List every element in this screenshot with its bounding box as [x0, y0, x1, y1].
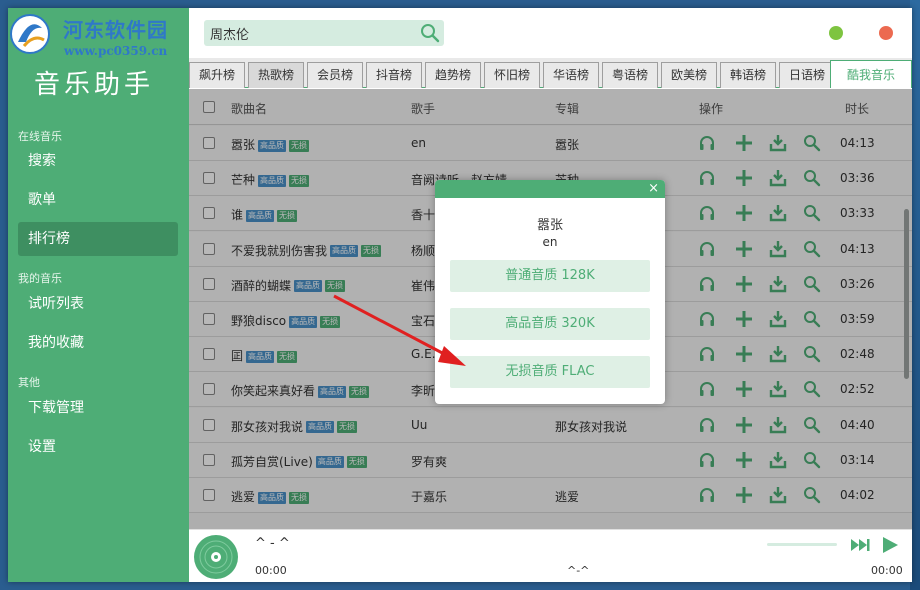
dialog-song-title: 嚣张 [435, 214, 665, 233]
tab-hot[interactable]: 热歌榜 [248, 62, 304, 88]
tab-classic[interactable]: 怀旧榜 [484, 62, 540, 88]
sidebar-item-playlists[interactable]: 歌单 [18, 183, 178, 217]
main-panel: 飙升榜 热歌榜 会员榜 抖音榜 趋势榜 怀旧榜 华语榜 粤语榜 欧美榜 韩语榜 … [189, 8, 912, 582]
search-input[interactable] [210, 23, 410, 43]
minimize-button[interactable] [829, 26, 843, 40]
sidebar-item-favorites[interactable]: 我的收藏 [18, 326, 178, 360]
sidebar-item-settings[interactable]: 设置 [18, 430, 178, 464]
tab-douyin[interactable]: 抖音榜 [366, 62, 422, 88]
quality-dialog: × 嚣张 en 普通音质 128K 高品音质 320K 无损音质 FLAC [435, 180, 665, 404]
tab-cantonese[interactable]: 粤语榜 [602, 62, 658, 88]
sidebar-item-trial-list[interactable]: 试听列表 [18, 287, 178, 321]
lyric-line: ^-^ [567, 564, 589, 577]
tab-source-kuwo[interactable]: 酷我音乐 [830, 60, 912, 88]
tab-chinese[interactable]: 华语榜 [543, 62, 599, 88]
logo-area: 河东软件园 www.pc0359.cn [8, 8, 189, 58]
volume-slider[interactable] [767, 543, 837, 546]
sidebar-item-search[interactable]: 搜索 [18, 144, 178, 178]
tab-soaring[interactable]: 飙升榜 [189, 62, 245, 88]
dialog-song-singer: en [435, 235, 665, 249]
dialog-close-icon[interactable]: × [648, 181, 659, 197]
tab-vip[interactable]: 会员榜 [307, 62, 363, 88]
nav-group-online: 在线音乐 [18, 128, 62, 144]
chart-tabs: 飙升榜 热歌榜 会员榜 抖音榜 趋势榜 怀旧榜 华语榜 粤语榜 欧美榜 韩语榜 … [189, 58, 912, 88]
close-button[interactable] [879, 26, 893, 40]
tab-japanese[interactable]: 日语榜 [779, 62, 835, 88]
search-icon[interactable] [420, 23, 440, 43]
sidebar: 河东软件园 www.pc0359.cn 音乐助手 在线音乐 搜索 歌单 排行榜 … [8, 8, 189, 582]
play-icon[interactable] [879, 535, 901, 555]
quality-flac-button[interactable]: 无损音质 FLAC [450, 356, 650, 388]
time-elapsed: 00:00 [255, 564, 287, 577]
tab-trend[interactable]: 趋势榜 [425, 62, 481, 88]
sidebar-item-charts[interactable]: 排行榜 [18, 222, 178, 256]
next-track-icon[interactable] [849, 535, 871, 555]
app-window: 河东软件园 www.pc0359.cn 音乐助手 在线音乐 搜索 歌单 排行榜 … [8, 8, 912, 582]
dialog-header: × [435, 180, 665, 198]
now-playing-title: ^ - ^ [255, 536, 290, 551]
app-title: 音乐助手 [34, 64, 154, 101]
search-box [204, 20, 444, 46]
quality-320k-button[interactable]: 高品音质 320K [450, 308, 650, 340]
nav-group-other: 其他 [18, 374, 40, 390]
nav-group-mine: 我的音乐 [18, 270, 62, 286]
quality-128k-button[interactable]: 普通音质 128K [450, 260, 650, 292]
watermark-url: www.pc0359.cn [64, 44, 167, 58]
sidebar-item-downloads[interactable]: 下载管理 [18, 391, 178, 425]
disc-icon [193, 534, 239, 580]
player-bar: ^ - ^ 00:00 ^-^ 00:00 [189, 529, 912, 582]
watermark-logo-icon [8, 12, 54, 56]
tab-western[interactable]: 欧美榜 [661, 62, 717, 88]
watermark-text: 河东软件园 [63, 14, 168, 43]
time-total: 00:00 [871, 564, 903, 577]
tab-korean[interactable]: 韩语榜 [720, 62, 776, 88]
